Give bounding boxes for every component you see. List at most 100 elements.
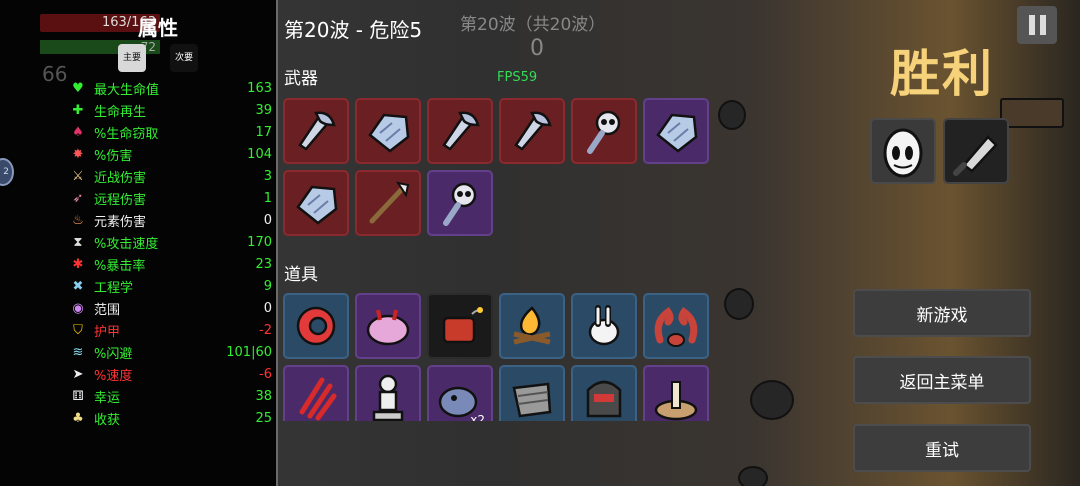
- stat-row[interactable]: ✸ %伤害 104: [68, 143, 272, 165]
- engineering-icon: ✖: [72, 278, 84, 294]
- items-grid: x2: [283, 293, 709, 421]
- stat-name: 收获: [94, 412, 121, 428]
- rock-icon: [296, 185, 338, 225]
- stat-name: %伤害: [94, 148, 133, 164]
- spear-icon: [369, 181, 410, 224]
- scarf-item[interactable]: [499, 365, 565, 421]
- elemental-icon: ♨: [72, 212, 84, 228]
- harvest-icon: ♣: [72, 410, 84, 426]
- new-game-button[interactable]: 新游戏: [853, 289, 1031, 337]
- helmet-item[interactable]: [571, 365, 637, 421]
- stat-value: -2: [259, 322, 272, 338]
- stat-value: 170: [247, 234, 272, 250]
- skull-staff-weapon[interactable]: [571, 98, 637, 164]
- tab-secondary-stats[interactable]: 次要: [170, 44, 198, 72]
- stat-row[interactable]: ♣ 收获 25: [68, 407, 272, 429]
- stat-name: 远程伤害: [94, 192, 147, 208]
- side-badge-text: 2: [3, 167, 9, 177]
- stat-value: 23: [255, 256, 272, 272]
- fire-icon: [513, 306, 551, 345]
- bunny-item[interactable]: [571, 293, 637, 359]
- stat-name: 元素伤害: [94, 214, 147, 230]
- scar-item[interactable]: [283, 365, 349, 421]
- axe-weapon[interactable]: [499, 98, 565, 164]
- stat-row[interactable]: ✱ %暴击率 23: [68, 253, 272, 275]
- stat-value: 1: [263, 190, 272, 206]
- armor-icon: ⛉: [73, 322, 83, 338]
- stat-value: -6: [259, 366, 272, 382]
- retry-button[interactable]: 重试: [853, 424, 1031, 472]
- stat-row[interactable]: ♥ 最大生命值 163: [68, 77, 272, 99]
- heart-icon: ♥: [72, 80, 84, 96]
- stat-name: %速度: [94, 368, 133, 384]
- victory-title: 胜利: [890, 45, 994, 103]
- stat-row[interactable]: ♨ 元素伤害 0: [68, 209, 272, 231]
- main-menu-button[interactable]: 返回主菜单: [853, 356, 1031, 404]
- crab-claws-item[interactable]: [643, 293, 709, 359]
- materials-text: 66: [42, 62, 68, 86]
- luck-icon: ⚅: [72, 388, 84, 404]
- pause-bar: [1039, 15, 1046, 35]
- stat-row[interactable]: ⧗ %攻击速度 170: [68, 231, 272, 253]
- weapons-grid: [283, 98, 709, 236]
- background-enemy: [750, 380, 794, 420]
- stat-row[interactable]: ✚ 生命再生 39: [68, 99, 272, 121]
- egg-character-icon: [883, 128, 923, 178]
- creature-item[interactable]: x2: [427, 365, 493, 421]
- background-enemy: [718, 100, 746, 130]
- stat-row[interactable]: ⚔ 近战伤害 3: [68, 165, 272, 187]
- tab-primary-stats[interactable]: 主要: [118, 44, 146, 72]
- starting-weapon-slot[interactable]: [943, 118, 1009, 184]
- stat-row[interactable]: ⛉ 护甲 -2: [68, 319, 272, 341]
- lifesteal-icon: ♠: [72, 124, 84, 140]
- dynamite-icon: [442, 307, 483, 344]
- cleaver-icon: [953, 135, 998, 176]
- rock-weapon[interactable]: [283, 170, 349, 236]
- range-icon: ◉: [72, 300, 84, 316]
- stat-name: 工程学: [94, 280, 134, 296]
- stat-row[interactable]: ➤ %速度 -6: [68, 363, 272, 385]
- dodge-icon: ≋: [72, 344, 84, 360]
- stat-name: 近战伤害: [94, 170, 147, 186]
- rock-weapon[interactable]: [355, 98, 421, 164]
- stat-row[interactable]: ➶ 远程伤害 1: [68, 187, 272, 209]
- background-enemy: [738, 466, 768, 486]
- wave-title: 第20波 - 危险5: [284, 18, 423, 42]
- panel-divider: [276, 0, 278, 486]
- rock-icon: [368, 113, 410, 153]
- dynamite-item[interactable]: [427, 293, 493, 359]
- ring-icon: [296, 306, 336, 346]
- stat-list: ♥ 最大生命值 163 ✚ 生命再生 39 ♠ %生命窃取 17 ✸ %伤害 104 ⚔ 近战伤害 3 ➶ 远程…: [68, 77, 272, 429]
- rock-weapon[interactable]: [643, 98, 709, 164]
- stat-value: 0: [263, 212, 272, 228]
- skull-icon: [443, 182, 477, 226]
- background-enemy: [724, 288, 754, 320]
- regen-icon: ✚: [72, 102, 84, 118]
- pause-bar: [1028, 15, 1035, 35]
- axe-weapon[interactable]: [427, 98, 493, 164]
- character-slot[interactable]: [870, 118, 936, 184]
- stat-name: 幸运: [94, 390, 121, 406]
- statue-item[interactable]: [355, 365, 421, 421]
- stat-row[interactable]: ✖ 工程学 9: [68, 275, 272, 297]
- stat-row[interactable]: ≋ %闪避 101|60: [68, 341, 272, 363]
- stats-panel: 163/163 72 66 属性 主要 次要 ♥ 最大生命值 163 ✚ 生命再生 39 ♠…: [0, 0, 276, 486]
- statue-icon: [372, 374, 404, 421]
- stat-row[interactable]: ⚅ 幸运 38: [68, 385, 272, 407]
- stat-value: 101|60: [226, 344, 272, 360]
- stat-value: 39: [255, 102, 272, 118]
- skull-staff-weapon[interactable]: [427, 170, 493, 236]
- stat-name: %闪避: [94, 346, 133, 362]
- helmet-icon: [586, 380, 622, 418]
- campfire-item[interactable]: [499, 293, 565, 359]
- spear-weapon[interactable]: [355, 170, 421, 236]
- item-count: x2: [470, 413, 485, 421]
- brain-item[interactable]: [355, 293, 421, 359]
- ring-item[interactable]: [283, 293, 349, 359]
- weapons-label: 武器: [284, 69, 318, 89]
- stat-name: %暴击率: [94, 258, 146, 274]
- stat-row[interactable]: ♠ %生命窃取 17: [68, 121, 272, 143]
- axe-weapon[interactable]: [283, 98, 349, 164]
- stat-row[interactable]: ◉ 范围 0: [68, 297, 272, 319]
- mushroom-item[interactable]: [643, 365, 709, 421]
